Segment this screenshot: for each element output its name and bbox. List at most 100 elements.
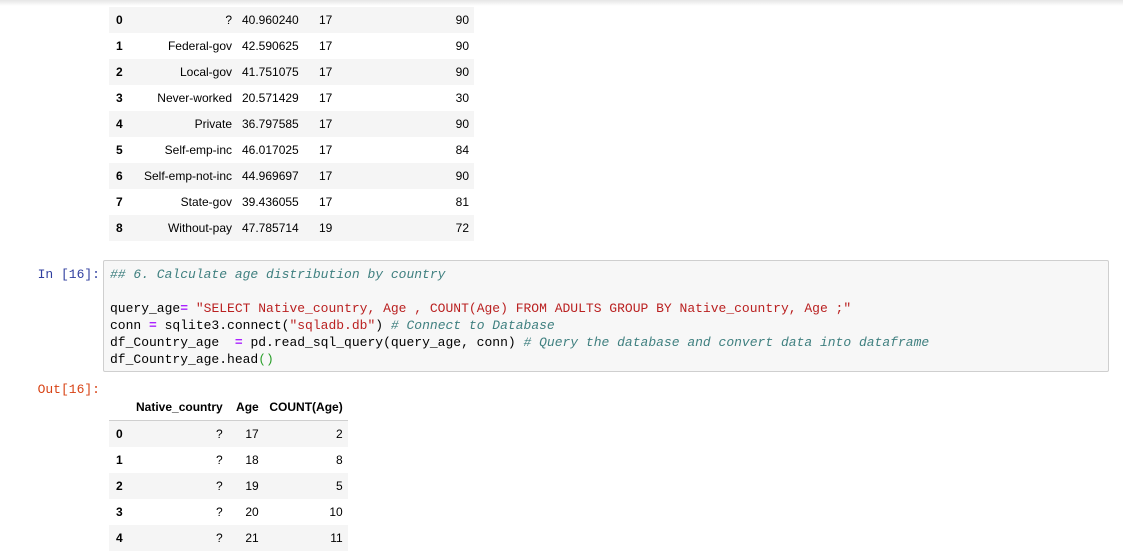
- output-prompt: Out[16]:: [37, 382, 100, 397]
- code-line: ## 6. Calculate age distribution by coun…: [110, 266, 1102, 283]
- input-prompt: In [16]:: [37, 267, 100, 282]
- workclass-cell: Private: [194, 117, 232, 131]
- row-index: 0: [116, 427, 123, 441]
- table-row: 8 Without-pay 47.785714 19 72: [109, 215, 474, 241]
- workclass-cell: Self-emp-inc: [164, 143, 232, 157]
- table-row: 0 ? 40.960240 17 90: [109, 7, 474, 33]
- code-token: df_Country_age.head: [110, 352, 259, 367]
- code-comment: ## 6. Calculate age distribution by coun…: [110, 267, 446, 282]
- max-age-cell: 90: [455, 169, 469, 183]
- workclass-cell: Federal-gov: [167, 39, 232, 53]
- mean-age-cell: 36.797585: [242, 117, 299, 131]
- code-token: sqlite3.connect(: [156, 318, 290, 333]
- table-row: 4 ? 21 11: [109, 525, 348, 551]
- code-cell-editor[interactable]: ## 6. Calculate age distribution by coun…: [103, 260, 1109, 372]
- table-row: 1 Federal-gov 42.590625 17 90: [109, 33, 474, 59]
- code-line: query_age= "SELECT Native_country, Age ,…: [110, 300, 1102, 317]
- table-row: 6 Self-emp-not-inc 44.969697 17 90: [109, 163, 474, 189]
- row-index: 6: [116, 169, 123, 183]
- table-header-row: Native_country Age COUNT(Age): [109, 394, 348, 421]
- table-row: 4 Private 36.797585 17 90: [109, 111, 474, 137]
- column-header-native-country: Native_country: [131, 394, 228, 421]
- code-comment: # Connect to Database: [390, 318, 555, 333]
- code-string: "SELECT Native_country, Age , COUNT(Age)…: [195, 301, 852, 316]
- min-age-cell: 17: [319, 169, 333, 183]
- table-row: 7 State-gov 39.436055 17 81: [109, 189, 474, 215]
- row-index: 7: [116, 195, 123, 209]
- table-row: 3 Never-worked 20.571429 17 30: [109, 85, 474, 111]
- workclass-cell: Without-pay: [167, 221, 232, 235]
- row-index: 1: [116, 39, 123, 53]
- workclass-cell: Never-worked: [157, 91, 232, 105]
- country-age-table: Native_country Age COUNT(Age) 0 ? 17 2 1…: [109, 394, 348, 551]
- min-age-cell: 17: [319, 143, 333, 157]
- min-age-cell: 17: [319, 117, 333, 131]
- age-cell: 21: [245, 531, 259, 545]
- code-operator: =: [234, 335, 243, 350]
- count-cell: 11: [330, 531, 343, 545]
- max-age-cell: 90: [455, 117, 469, 131]
- count-cell: 5: [336, 479, 343, 493]
- mean-age-cell: 47.785714: [242, 221, 299, 235]
- code-string: "sqladb.db": [289, 318, 376, 333]
- table-row: 3 ? 20 10: [109, 499, 348, 525]
- code-operator: =: [180, 301, 189, 316]
- count-cell: 10: [329, 505, 343, 519]
- mean-age-cell: 20.571429: [242, 91, 299, 105]
- row-index: 5: [116, 143, 123, 157]
- row-index: 4: [116, 531, 123, 545]
- age-cell: 18: [245, 453, 259, 467]
- max-age-cell: 30: [455, 91, 469, 105]
- index-header: [109, 394, 131, 421]
- country-cell: ?: [216, 531, 223, 545]
- max-age-cell: 90: [455, 39, 469, 53]
- age-cell: 20: [245, 505, 259, 519]
- row-index: 8: [116, 221, 123, 235]
- table-row: 0 ? 17 2: [109, 420, 348, 447]
- code-line: conn = sqlite3.connect("sqladb.db") # Co…: [110, 317, 1102, 334]
- country-cell: ?: [216, 505, 223, 519]
- mean-age-cell: 40.960240: [242, 13, 299, 27]
- min-age-cell: 17: [319, 91, 333, 105]
- mean-age-cell: 46.017025: [242, 143, 299, 157]
- row-index: 2: [116, 479, 123, 493]
- row-index: 3: [116, 91, 123, 105]
- workclass-cell: ?: [225, 13, 232, 27]
- count-cell: 2: [336, 427, 343, 441]
- code-token: query_age: [110, 301, 181, 316]
- mean-age-cell: 44.969697: [242, 169, 299, 183]
- country-cell: ?: [216, 453, 223, 467]
- code-token: conn: [110, 318, 150, 333]
- workclass-age-table: 0 ? 40.960240 17 90 1 Federal-gov 42.590…: [109, 7, 474, 241]
- code-line: df_Country_age.head(): [110, 351, 1102, 368]
- code-paren: (): [258, 352, 274, 367]
- workclass-cell: Local-gov: [179, 65, 232, 79]
- mean-age-cell: 41.751075: [242, 65, 299, 79]
- max-age-cell: 84: [455, 143, 469, 157]
- row-index: 0: [116, 13, 123, 27]
- column-header-age: Age: [227, 394, 264, 421]
- table-row: 1 ? 18 8: [109, 447, 348, 473]
- table-row: 2 ? 19 5: [109, 473, 348, 499]
- min-age-cell: 17: [319, 65, 333, 79]
- row-index: 1: [116, 453, 123, 467]
- code-token: df_Country_age: [110, 335, 235, 350]
- max-age-cell: 72: [455, 221, 469, 235]
- mean-age-cell: 39.436055: [242, 195, 299, 209]
- code-comment: # Query the database and convert data in…: [523, 335, 930, 350]
- max-age-cell: 90: [455, 13, 469, 27]
- max-age-cell: 81: [455, 195, 469, 209]
- code-line: df_Country_age = pd.read_sql_query(query…: [110, 334, 1102, 351]
- min-age-cell: 17: [319, 39, 333, 53]
- table-row: 2 Local-gov 41.751075 17 90: [109, 59, 474, 85]
- code-token: ): [375, 318, 391, 333]
- country-cell: ?: [216, 427, 223, 441]
- min-age-cell: 17: [319, 13, 333, 27]
- min-age-cell: 17: [319, 195, 333, 209]
- age-cell: 17: [245, 427, 259, 441]
- age-cell: 19: [245, 479, 259, 493]
- mean-age-cell: 42.590625: [242, 39, 299, 53]
- top-shadow: [0, 0, 1123, 6]
